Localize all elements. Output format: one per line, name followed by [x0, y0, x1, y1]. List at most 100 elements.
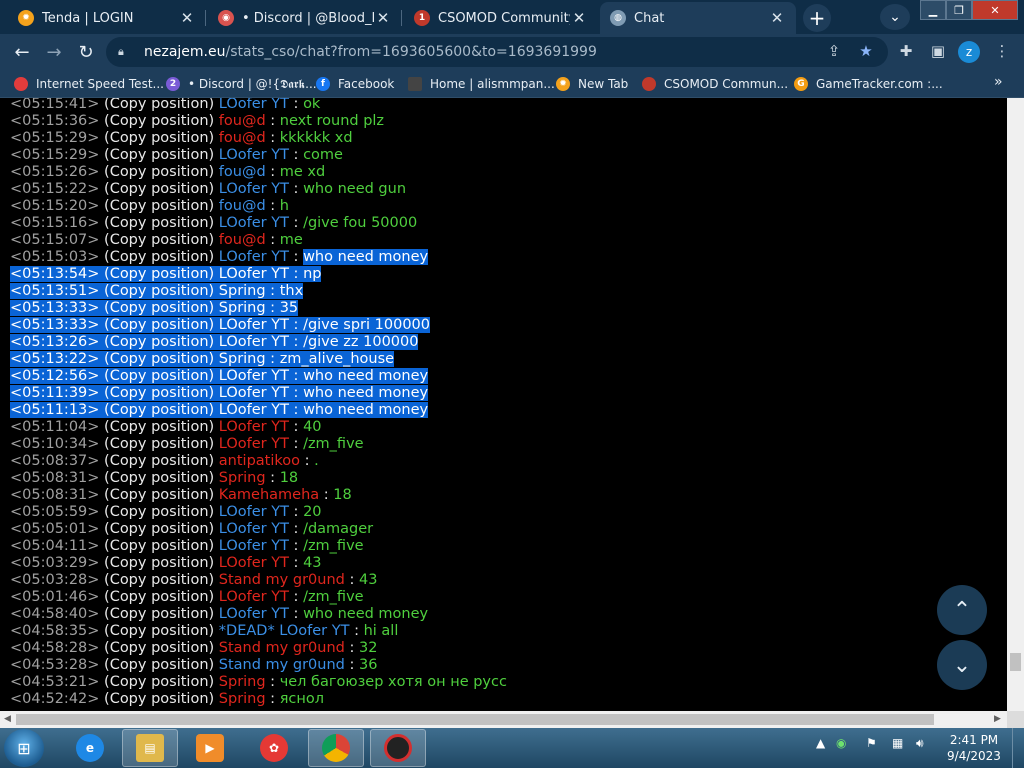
reload-button[interactable]: ↻	[72, 38, 100, 66]
chat-separator: :	[288, 266, 304, 282]
copy-position-link[interactable]: (Copy position)	[104, 368, 214, 384]
copy-position-link[interactable]: (Copy position)	[104, 232, 214, 248]
chat-timestamp: <05:15:29>	[10, 147, 100, 163]
scroll-thumb[interactable]	[1010, 653, 1021, 671]
copy-position-link[interactable]: (Copy position)	[104, 674, 214, 690]
tab-chat[interactable]: ◍ Chat ✕	[600, 2, 796, 34]
tray-expand-icon[interactable]: ▲	[816, 736, 825, 750]
copy-position-link[interactable]: (Copy position)	[104, 555, 214, 571]
copy-position-link[interactable]: (Copy position)	[104, 572, 214, 588]
address-bar[interactable]: 🔒︎ nezajem.eu/stats_cso/chat?from=169360…	[106, 37, 888, 67]
minimize-button[interactable]: ▁	[920, 0, 946, 20]
bookmark-alismmpan[interactable]: Home | alismmpan...	[408, 75, 555, 93]
extensions-icon[interactable]: ✚	[896, 41, 916, 61]
copy-position-link[interactable]: (Copy position)	[104, 606, 214, 622]
copy-position-link[interactable]: (Copy position)	[104, 657, 214, 673]
copy-position-link[interactable]: (Copy position)	[104, 521, 214, 537]
chat-player-name: fou@d	[218, 113, 266, 129]
chat-player-name: Stand my gr0und	[218, 572, 345, 588]
scroll-thumb[interactable]	[16, 714, 934, 725]
share-icon[interactable]: ⇪	[824, 41, 844, 61]
copy-position-link[interactable]: (Copy position)	[104, 283, 214, 299]
copy-position-link[interactable]: (Copy position)	[104, 249, 214, 265]
network-icon[interactable]: ▦	[892, 736, 903, 750]
taskbar-red-app[interactable]: ✿	[246, 729, 302, 767]
scroll-to-bottom-button[interactable]: ⌄	[937, 640, 987, 690]
copy-position-link[interactable]: (Copy position)	[104, 130, 214, 146]
copy-position-link[interactable]: (Copy position)	[104, 487, 214, 503]
vertical-scrollbar[interactable]	[1007, 98, 1024, 711]
chat-separator: :	[288, 215, 304, 231]
copy-position-link[interactable]: (Copy position)	[104, 181, 214, 197]
bookmark-new-tab[interactable]: ✹ New Tab	[556, 75, 628, 93]
copy-position-link[interactable]: (Copy position)	[104, 436, 214, 452]
taskbar-file-explorer[interactable]: ▤	[122, 729, 178, 767]
chat-separator: :	[288, 419, 304, 435]
copy-position-link[interactable]: (Copy position)	[104, 300, 214, 316]
copy-position-link[interactable]: (Copy position)	[104, 402, 214, 418]
bookmark-gametracker[interactable]: G GameTracker.com :...	[794, 75, 943, 93]
volume-icon[interactable]: 🔊︎	[916, 736, 924, 751]
action-center-icon[interactable]: ⚑	[866, 736, 877, 750]
tab-discord[interactable]: ◉ • Discord | @Blood_Band ✕	[208, 2, 402, 34]
close-icon[interactable]: ✕	[768, 9, 786, 27]
back-button[interactable]: ←	[8, 38, 36, 66]
start-button[interactable]: ⊞	[4, 729, 44, 767]
copy-position-link[interactable]: (Copy position)	[104, 589, 214, 605]
close-icon[interactable]: ✕	[570, 9, 588, 27]
bookmarks-overflow-icon[interactable]: »	[994, 74, 1003, 90]
scroll-to-top-button[interactable]: ⌃	[937, 585, 987, 635]
taskbar-game[interactable]	[370, 729, 426, 767]
copy-position-link[interactable]: (Copy position)	[104, 385, 214, 401]
scroll-left-icon[interactable]: ◀	[4, 714, 11, 724]
tab-tenda-login[interactable]: ✹ Tenda | LOGIN ✕	[8, 2, 206, 34]
side-panel-icon[interactable]: ▣	[928, 41, 948, 61]
bookmark-star-icon[interactable]: ★	[856, 41, 876, 61]
close-window-button[interactable]: ✕	[972, 0, 1018, 20]
copy-position-link[interactable]: (Copy position)	[104, 164, 214, 180]
copy-position-link[interactable]: (Copy position)	[104, 147, 214, 163]
copy-position-link[interactable]: (Copy position)	[104, 351, 214, 367]
bookmark-facebook[interactable]: f Facebook	[316, 75, 394, 93]
system-clock[interactable]: 2:41 PM 9/4/2023	[946, 732, 1002, 764]
show-desktop-button[interactable]	[1012, 728, 1024, 768]
copy-position-link[interactable]: (Copy position)	[104, 98, 214, 112]
tab-title: • Discord | @Blood_Band	[242, 10, 374, 26]
forward-button[interactable]: →	[40, 38, 68, 66]
chat-row: <05:13:26> (Copy position) LOofer YT : /…	[10, 334, 507, 351]
bookmark-internet-speed-test[interactable]: Internet Speed Test...	[14, 75, 164, 93]
scroll-right-icon[interactable]: ▶	[994, 714, 1001, 724]
copy-position-link[interactable]: (Copy position)	[104, 623, 214, 639]
taskbar-chrome[interactable]	[308, 729, 364, 767]
horizontal-scrollbar[interactable]: ◀ ▶	[0, 711, 1007, 728]
profile-avatar[interactable]: z	[958, 41, 980, 63]
copy-position-link[interactable]: (Copy position)	[104, 215, 214, 231]
copy-position-link[interactable]: (Copy position)	[104, 504, 214, 520]
copy-position-link[interactable]: (Copy position)	[104, 113, 214, 129]
maximize-button[interactable]: ❐	[946, 0, 972, 20]
copy-position-link[interactable]: (Copy position)	[104, 198, 214, 214]
copy-position-link[interactable]: (Copy position)	[104, 538, 214, 554]
close-icon[interactable]: ✕	[178, 9, 196, 27]
bookmark-csomod[interactable]: CSOMOD Commun...	[642, 75, 788, 93]
chat-log: <05:15:41> (Copy position) LOofer YT : o…	[10, 98, 507, 708]
bookmark-discord[interactable]: 2 • Discord | @!{𝕯𝖆𝖗𝖐...	[166, 75, 317, 93]
tab-csomod-community[interactable]: 1 CSOMOD Community ✕	[404, 2, 598, 34]
copy-position-link[interactable]: (Copy position)	[104, 453, 214, 469]
copy-position-link[interactable]: (Copy position)	[104, 266, 214, 282]
menu-icon[interactable]: ⋮	[992, 41, 1012, 61]
chat-timestamp: <05:13:33>	[10, 317, 100, 333]
copy-position-link[interactable]: (Copy position)	[104, 691, 214, 707]
copy-position-link[interactable]: (Copy position)	[104, 640, 214, 656]
taskbar-internet-explorer[interactable]: e	[62, 729, 118, 767]
copy-position-link[interactable]: (Copy position)	[104, 317, 214, 333]
tab-search-button[interactable]: ⌄	[880, 4, 910, 30]
copy-position-link[interactable]: (Copy position)	[104, 419, 214, 435]
new-tab-button[interactable]: +	[803, 4, 831, 32]
copy-position-link[interactable]: (Copy position)	[104, 470, 214, 486]
copy-position-link[interactable]: (Copy position)	[104, 334, 214, 350]
close-icon[interactable]: ✕	[374, 9, 392, 27]
bookmarks-bar: Internet Speed Test... 2 • Discord | @!{𝕯…	[0, 70, 1024, 98]
taskbar-media-player[interactable]: ▶	[182, 729, 238, 767]
tray-app-icon[interactable]: ◉	[836, 736, 846, 750]
